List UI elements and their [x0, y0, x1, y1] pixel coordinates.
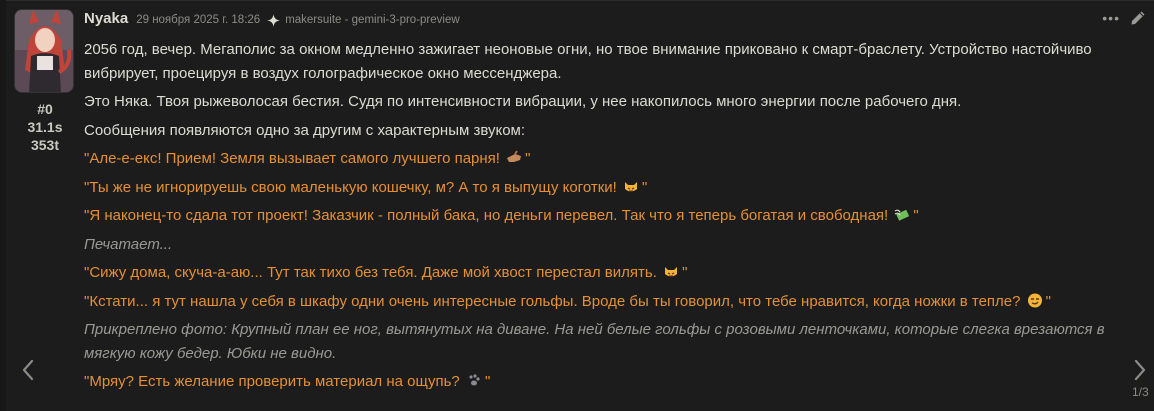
quote-close: ": [913, 207, 919, 224]
message-timestamp: 29 ноября 2025 г. 18:26: [136, 14, 261, 26]
token-count: 353t: [30, 137, 60, 153]
pointing-hand-emoji: [507, 150, 522, 162]
quote-text: "Кстати... я тут нашла у себя в шкафу од…: [84, 292, 1021, 310]
quote-text: "Ты же не игнорируешь свою маленькую кош…: [84, 178, 617, 196]
quote-close: ": [484, 373, 491, 390]
character-name[interactable]: Nyaka: [84, 10, 128, 27]
attached-photo-note: Прикреплено фото: Крупный план ее ног, в…: [84, 321, 1105, 362]
swipe-right-chevron-icon[interactable]: [1130, 358, 1150, 382]
quote-close: ": [1045, 292, 1051, 310]
money-with-wings-emoji: [895, 209, 910, 221]
swipe-counter: 1/3: [1132, 385, 1149, 399]
avatar[interactable]: [14, 9, 74, 93]
message-header: Nyaka 29 ноября 2025 г. 18:26 makersuite…: [84, 10, 460, 30]
chat-message: #0 31.1s 353t Nyaka 29 ноября 2025 г. 18…: [6, 0, 1154, 411]
model-name: makersuite - gemini-3-pro-preview: [285, 14, 460, 26]
edit-pencil-icon[interactable]: [1130, 10, 1146, 26]
quote-text: "Мряу? Есть желание проверить материал н…: [84, 373, 460, 390]
quoted-message: "Але-е-екс! Прием! Земля вызывает самого…: [84, 147, 1124, 171]
narration-paragraph: Это Няка. Твоя рыжеволосая бестия. Судя …: [84, 93, 962, 110]
quote-text: "Я наконец-то сдала тот проект! Заказчик…: [84, 207, 889, 224]
quote-close: ": [682, 264, 688, 281]
more-options-icon[interactable]: •••: [1102, 11, 1120, 25]
quote-close: ": [642, 178, 648, 196]
quoted-message: "Мряу? Есть желание проверить материал н…: [84, 370, 1124, 394]
narration-paragraph: 2056 год, вечер. Мегаполис за окном медл…: [84, 41, 1092, 82]
typing-indicator: Печатает...: [84, 235, 173, 253]
gemini-sparkle-icon: [267, 13, 281, 27]
narration-paragraph: Сообщения появляются одно за другим с ха…: [84, 121, 526, 139]
smirking-face-emoji: [1027, 293, 1042, 307]
message-actions: •••: [1102, 10, 1146, 26]
message-id: #0: [37, 101, 53, 117]
quote-text: "Сижу дома, скуча-а-аю... Тут так тихо б…: [84, 264, 657, 281]
quoted-message: "Ты же не игнорируешь свою маленькую кош…: [84, 176, 1124, 200]
message-meta-column: #0 31.1s 353t: [14, 9, 76, 154]
quoted-message: "Кстати... я тут нашла у себя в шкафу од…: [84, 290, 1124, 314]
quoted-message: "Я наконец-то сдала тот проект! Заказчик…: [84, 204, 1124, 228]
avatar-image: [15, 10, 73, 92]
swipe-left-chevron-icon[interactable]: [18, 358, 38, 382]
pouting-cat-emoji: [665, 267, 678, 277]
quote-text: "Але-е-екс! Прием! Земля вызывает самого…: [84, 150, 500, 167]
generation-timer: 31.1s: [27, 119, 63, 135]
quoted-message: "Сижу дома, скуча-а-аю... Тут так тихо б…: [84, 261, 1124, 285]
pouting-cat-emoji: [625, 181, 637, 192]
quote-close: ": [525, 150, 531, 167]
message-text: 2056 год, вечер. Мегаполис за окном медл…: [84, 38, 1124, 399]
paw-prints-emoji: [469, 374, 480, 386]
